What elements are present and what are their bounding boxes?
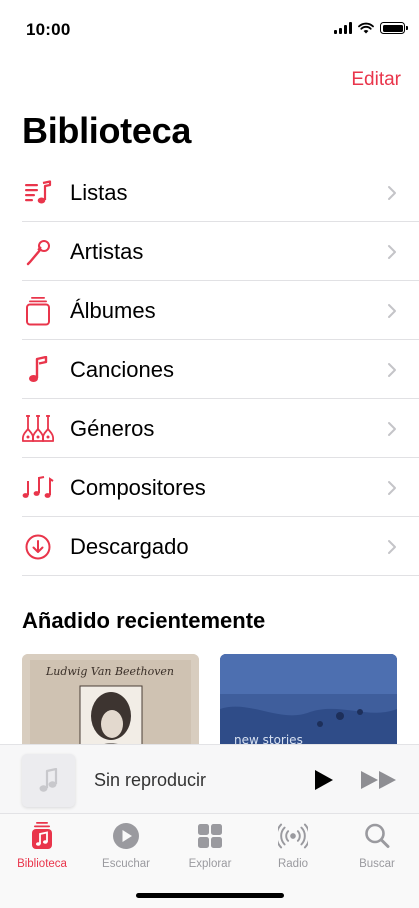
library-item-label: Canciones bbox=[70, 356, 174, 382]
library-item-descargado[interactable]: Descargado bbox=[0, 517, 419, 576]
chevron-right-icon bbox=[388, 185, 396, 200]
forward-button[interactable] bbox=[360, 769, 398, 791]
tab-biblioteca[interactable]: Biblioteca bbox=[0, 822, 84, 870]
cellular-signal-icon bbox=[334, 22, 352, 34]
tab-label: Buscar bbox=[359, 858, 395, 870]
library-item-label: Géneros bbox=[70, 415, 155, 441]
tab-label: Escuchar bbox=[102, 858, 150, 870]
library-item-generos[interactable]: Géneros bbox=[0, 399, 419, 458]
library-item-compositores[interactable]: Compositores bbox=[0, 458, 419, 517]
library-item-albumes[interactable]: Álbumes bbox=[0, 281, 419, 340]
status-time: 10:00 bbox=[26, 20, 71, 39]
mini-player-title: Sin reproducir bbox=[94, 770, 207, 790]
tab-label: Biblioteca bbox=[17, 858, 67, 870]
download-circle-icon bbox=[22, 531, 54, 563]
library-item-canciones[interactable]: Canciones bbox=[0, 340, 419, 399]
library-item-listas[interactable]: Listas bbox=[0, 163, 419, 222]
page-title: Biblioteca bbox=[22, 110, 192, 151]
chevron-right-icon bbox=[388, 244, 396, 259]
chevron-right-icon bbox=[388, 303, 396, 318]
play-icon bbox=[315, 770, 333, 790]
status-bar: 10:00 bbox=[0, 0, 419, 60]
fast-forward-icon bbox=[361, 771, 396, 789]
playlist-icon bbox=[22, 177, 54, 209]
album-card-new-stories[interactable]: new stories bbox=[220, 654, 397, 754]
mini-player[interactable]: Sin reproducir bbox=[0, 744, 419, 814]
wifi-icon bbox=[358, 22, 374, 34]
recently-added-title: Añadido recientemente bbox=[22, 608, 266, 633]
grid-icon bbox=[198, 824, 222, 848]
album-cover-text: Ludwig Van Beethoven bbox=[45, 665, 174, 678]
library-item-label: Artistas bbox=[70, 238, 144, 264]
play-circle-icon bbox=[113, 823, 139, 849]
tab-escuchar[interactable]: Escuchar bbox=[84, 822, 168, 870]
home-indicator bbox=[136, 893, 284, 898]
library-item-label: Descargado bbox=[70, 533, 189, 559]
chevron-right-icon bbox=[388, 421, 396, 436]
album-card-beethoven[interactable]: Ludwig Van Beethoven bbox=[22, 654, 199, 754]
battery-icon bbox=[380, 22, 408, 34]
tab-explorar[interactable]: Explorar bbox=[168, 822, 252, 870]
chevron-right-icon bbox=[388, 539, 396, 554]
album-artwork: new stories bbox=[220, 654, 397, 754]
library-item-label: Listas bbox=[70, 179, 128, 205]
microphone-icon bbox=[22, 236, 54, 268]
tab-radio[interactable]: Radio bbox=[251, 822, 335, 870]
status-icons bbox=[334, 22, 408, 34]
radio-icon bbox=[278, 823, 308, 849]
chevron-right-icon bbox=[388, 362, 396, 377]
album-stack-icon bbox=[22, 295, 54, 327]
library-item-artistas[interactable]: Artistas bbox=[0, 222, 419, 281]
library-icon bbox=[32, 822, 52, 849]
search-icon bbox=[365, 823, 390, 848]
tab-label: Radio bbox=[277, 858, 309, 870]
chevron-right-icon bbox=[388, 480, 396, 495]
music-note-placeholder-icon bbox=[39, 767, 57, 792]
tab-buscar[interactable]: Buscar bbox=[335, 822, 419, 870]
library-item-label: Álbumes bbox=[70, 297, 156, 323]
play-button[interactable] bbox=[310, 767, 336, 793]
library-item-label: Compositores bbox=[70, 474, 206, 500]
mini-player-artwork bbox=[22, 754, 75, 807]
tab-label: Explorar bbox=[188, 858, 232, 870]
music-notes-icon bbox=[22, 472, 54, 504]
music-note-icon bbox=[22, 354, 54, 386]
album-artwork: Ludwig Van Beethoven bbox=[22, 654, 199, 754]
divider bbox=[22, 575, 419, 576]
library-list: Listas Artistas Álbumes Canciones Género… bbox=[0, 163, 419, 576]
guitars-icon bbox=[22, 413, 54, 445]
edit-button[interactable]: Editar bbox=[351, 69, 401, 91]
